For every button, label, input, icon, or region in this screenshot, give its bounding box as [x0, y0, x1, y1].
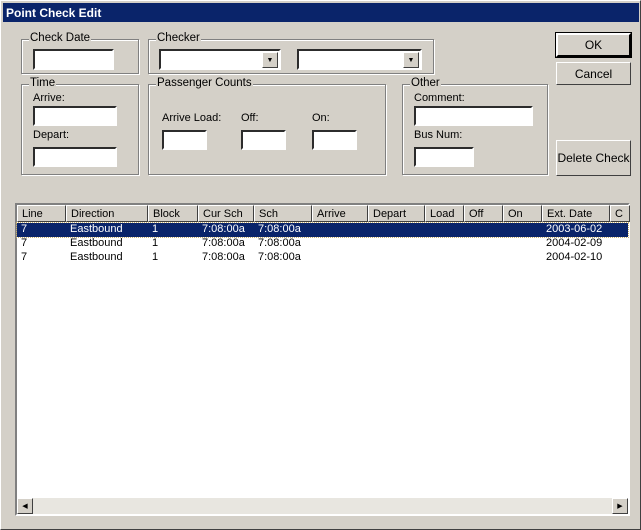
table-cell: 7:08:00a [258, 251, 301, 263]
comment-label: Comment: [414, 92, 465, 104]
bus-num-label: Bus Num: [414, 129, 463, 141]
table-cell: 7:08:00a [202, 237, 245, 249]
table-cell: 7 [21, 237, 28, 249]
other-label: Other [410, 77, 441, 89]
checker-label: Checker [156, 32, 201, 44]
arrive-load-label: Arrive Load: [162, 112, 222, 124]
table-cell: 1 [152, 251, 159, 263]
table-cell: Eastbound [70, 251, 123, 263]
depart-input[interactable] [33, 147, 117, 167]
column-header[interactable]: Ext. Date [542, 205, 610, 222]
table-cell: 7:08:00a [258, 223, 301, 235]
table-cell: 1 [152, 237, 159, 249]
table-row[interactable]: 7 Eastbound 1 7:08:00a 7:08:00a 2003-06-02 [16, 222, 629, 238]
checker-select[interactable]: ▼ [159, 49, 281, 70]
off-input[interactable] [241, 130, 286, 150]
table-row[interactable]: 7 Eastbound 1 7:08:00a 7:08:00a 2004-02-10 [17, 251, 628, 265]
arrive-load-input[interactable] [162, 130, 207, 150]
delete-check-button[interactable]: Delete Check [556, 140, 631, 176]
table-cell: Eastbound [70, 223, 123, 235]
point-check-list[interactable]: Line Direction Block Cur Sch Sch Arrive Depart… [15, 203, 630, 516]
column-header[interactable]: Arrive [312, 205, 368, 222]
comment-input[interactable] [414, 106, 533, 126]
depart-label: Depart: [33, 129, 70, 141]
column-header[interactable]: Depart [368, 205, 425, 222]
table-cell: Eastbound [70, 237, 123, 249]
column-header[interactable]: Off [464, 205, 503, 222]
cancel-button[interactable]: Cancel [556, 62, 631, 85]
check-date-label: Check Date [29, 32, 92, 44]
table-cell: 1 [152, 223, 159, 235]
passenger-counts-label: Passenger Counts [156, 77, 253, 89]
scroll-right-icon[interactable]: ▶ [612, 498, 628, 514]
arrive-input[interactable] [33, 106, 117, 126]
scroll-left-icon[interactable]: ◀ [17, 498, 33, 514]
column-header[interactable]: On [503, 205, 542, 222]
table-cell: 2003-06-02 [546, 223, 603, 235]
chevron-down-icon[interactable]: ▼ [403, 52, 419, 68]
table-cell: 2004-02-10 [546, 251, 603, 263]
table-cell: 7 [21, 251, 28, 263]
horizontal-scrollbar[interactable]: ◀ ▶ [17, 498, 628, 514]
table-cell: 2004-02-09 [546, 237, 603, 249]
time-label: Time [29, 77, 57, 89]
check-date-input[interactable] [33, 49, 114, 70]
on-input[interactable] [312, 130, 357, 150]
column-header[interactable]: C [610, 205, 630, 222]
column-header[interactable]: Direction [66, 205, 148, 222]
column-header[interactable]: Block [148, 205, 198, 222]
ok-button[interactable]: OK [555, 32, 632, 58]
column-header[interactable]: Sch [254, 205, 312, 222]
column-header[interactable]: Line [17, 205, 66, 222]
column-header[interactable]: Cur Sch [198, 205, 254, 222]
bus-num-input[interactable] [414, 147, 474, 167]
point-check-edit-window: Point Check Edit Check Date Checker ▼ ▼ … [0, 0, 641, 530]
on-label: On: [312, 112, 330, 124]
checker-second-select[interactable]: ▼ [297, 49, 422, 70]
column-header[interactable]: Load [425, 205, 464, 222]
off-label: Off: [241, 112, 259, 124]
table-cell: 7 [21, 223, 28, 235]
table-row[interactable]: 7 Eastbound 1 7:08:00a 7:08:00a 2004-02-09 [17, 237, 628, 251]
table-cell: 7:08:00a [202, 251, 245, 263]
chevron-down-icon[interactable]: ▼ [262, 52, 278, 68]
arrive-label: Arrive: [33, 92, 65, 104]
table-cell: 7:08:00a [258, 237, 301, 249]
table-cell: 7:08:00a [202, 223, 245, 235]
window-title: Point Check Edit [3, 3, 639, 22]
